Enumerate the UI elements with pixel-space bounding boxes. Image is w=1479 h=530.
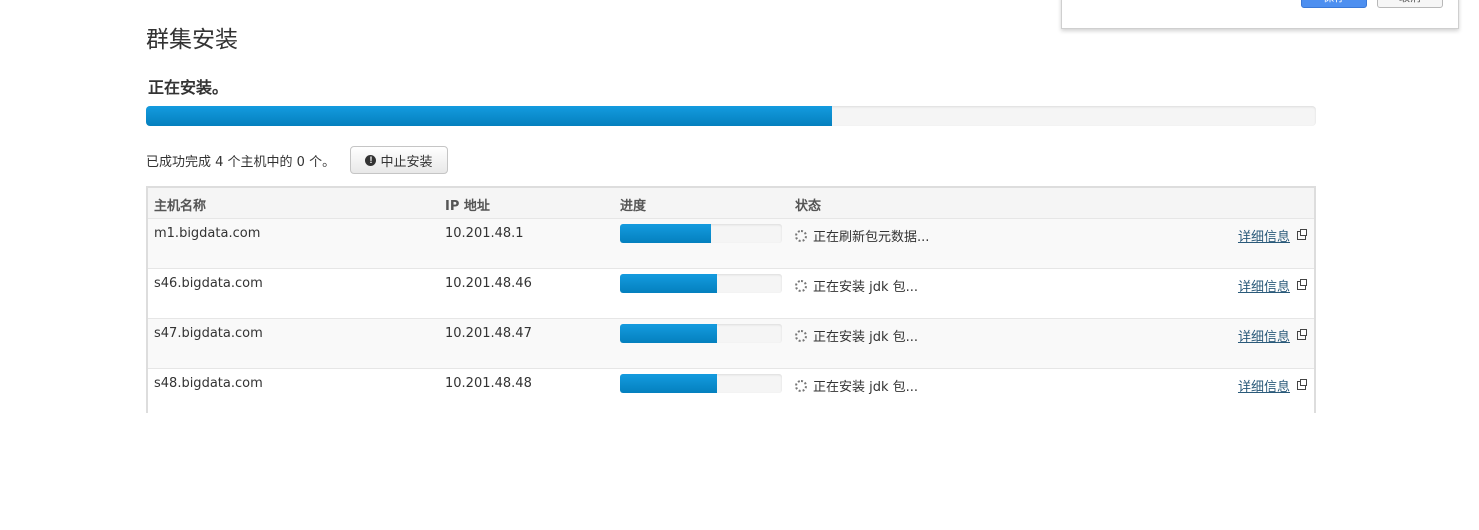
hosts-table: 主机名称 IP 地址 进度 状态 m1.bigdata.com 10.201.4… bbox=[146, 186, 1316, 418]
host-status-text: 正在刷新包元数据... bbox=[813, 230, 930, 245]
spinner-icon bbox=[795, 330, 807, 342]
table-header: 主机名称 IP 地址 进度 状态 bbox=[148, 188, 1314, 218]
table-row: m1.bigdata.com 10.201.48.1 正在刷新包元数据... 详… bbox=[148, 218, 1314, 268]
alert-circle-icon: ! bbox=[365, 154, 377, 166]
host-name: m1.bigdata.com bbox=[154, 226, 261, 241]
host-status: 正在安装 jdk 包... bbox=[795, 326, 918, 345]
overall-progress-bar bbox=[146, 106, 1316, 126]
external-window-icon bbox=[1297, 279, 1307, 290]
overall-progress-fill bbox=[146, 106, 832, 126]
cancel-button[interactable]: 取消 bbox=[1377, 0, 1443, 8]
external-window-icon bbox=[1297, 379, 1307, 390]
spinner-icon bbox=[795, 280, 807, 292]
host-progress-bar bbox=[620, 374, 782, 393]
host-progress-bar bbox=[620, 274, 782, 293]
host-name: s48.bigdata.com bbox=[154, 376, 263, 391]
header-ip: IP 地址 bbox=[445, 199, 490, 214]
host-progress-fill bbox=[620, 224, 711, 243]
spinner-icon bbox=[795, 380, 807, 392]
spinner-icon bbox=[795, 230, 807, 242]
details-label: 详细信息 bbox=[1237, 330, 1290, 345]
host-status: 正在安装 jdk 包... bbox=[795, 376, 918, 395]
header-hostname: 主机名称 bbox=[154, 199, 207, 214]
details-link[interactable]: 详细信息 bbox=[1237, 276, 1307, 295]
host-progress-bar bbox=[620, 324, 782, 343]
host-name: s47.bigdata.com bbox=[154, 326, 263, 341]
host-status: 正在安装 jdk 包... bbox=[795, 276, 918, 295]
install-status-heading: 正在安装。 bbox=[148, 78, 229, 97]
table-row: s46.bigdata.com 10.201.48.46 正在安装 jdk 包.… bbox=[148, 268, 1314, 318]
host-progress-fill bbox=[620, 324, 718, 343]
details-label: 详细信息 bbox=[1237, 230, 1290, 245]
host-status-text: 正在安装 jdk 包... bbox=[813, 330, 919, 345]
details-link[interactable]: 详细信息 bbox=[1237, 376, 1307, 395]
host-name: s46.bigdata.com bbox=[154, 276, 263, 291]
host-status-text: 正在安装 jdk 包... bbox=[813, 280, 919, 295]
table-row: s47.bigdata.com 10.201.48.47 正在安装 jdk 包.… bbox=[148, 318, 1314, 368]
details-link[interactable]: 详细信息 bbox=[1237, 226, 1307, 245]
host-progress-fill bbox=[620, 374, 718, 393]
external-window-icon bbox=[1297, 329, 1307, 340]
save-button[interactable]: 保存 bbox=[1301, 0, 1367, 8]
abort-install-button[interactable]: ! 中止安装 bbox=[350, 146, 448, 174]
page-title: 群集安装 bbox=[146, 27, 238, 53]
details-label: 详细信息 bbox=[1237, 280, 1290, 295]
details-label: 详细信息 bbox=[1237, 380, 1290, 395]
host-progress-fill bbox=[620, 274, 718, 293]
completion-summary: 已成功完成 4 个主机中的 0 个。 bbox=[146, 155, 336, 170]
header-progress: 进度 bbox=[620, 199, 647, 214]
host-status-text: 正在安装 jdk 包... bbox=[813, 380, 919, 395]
host-status: 正在刷新包元数据... bbox=[795, 226, 929, 245]
external-window-icon bbox=[1297, 229, 1307, 240]
host-ip: 10.201.48.46 bbox=[445, 276, 532, 291]
abort-install-label: 中止安装 bbox=[380, 153, 433, 169]
details-link[interactable]: 详细信息 bbox=[1237, 326, 1307, 345]
host-ip: 10.201.48.1 bbox=[445, 226, 524, 241]
host-progress-bar bbox=[620, 224, 782, 243]
header-status: 状态 bbox=[795, 199, 822, 214]
host-ip: 10.201.48.48 bbox=[445, 376, 532, 391]
dialog-fragment: 保存 取消 bbox=[1061, 0, 1459, 29]
host-ip: 10.201.48.47 bbox=[445, 326, 532, 341]
table-row: s48.bigdata.com 10.201.48.48 正在安装 jdk 包.… bbox=[148, 368, 1314, 418]
